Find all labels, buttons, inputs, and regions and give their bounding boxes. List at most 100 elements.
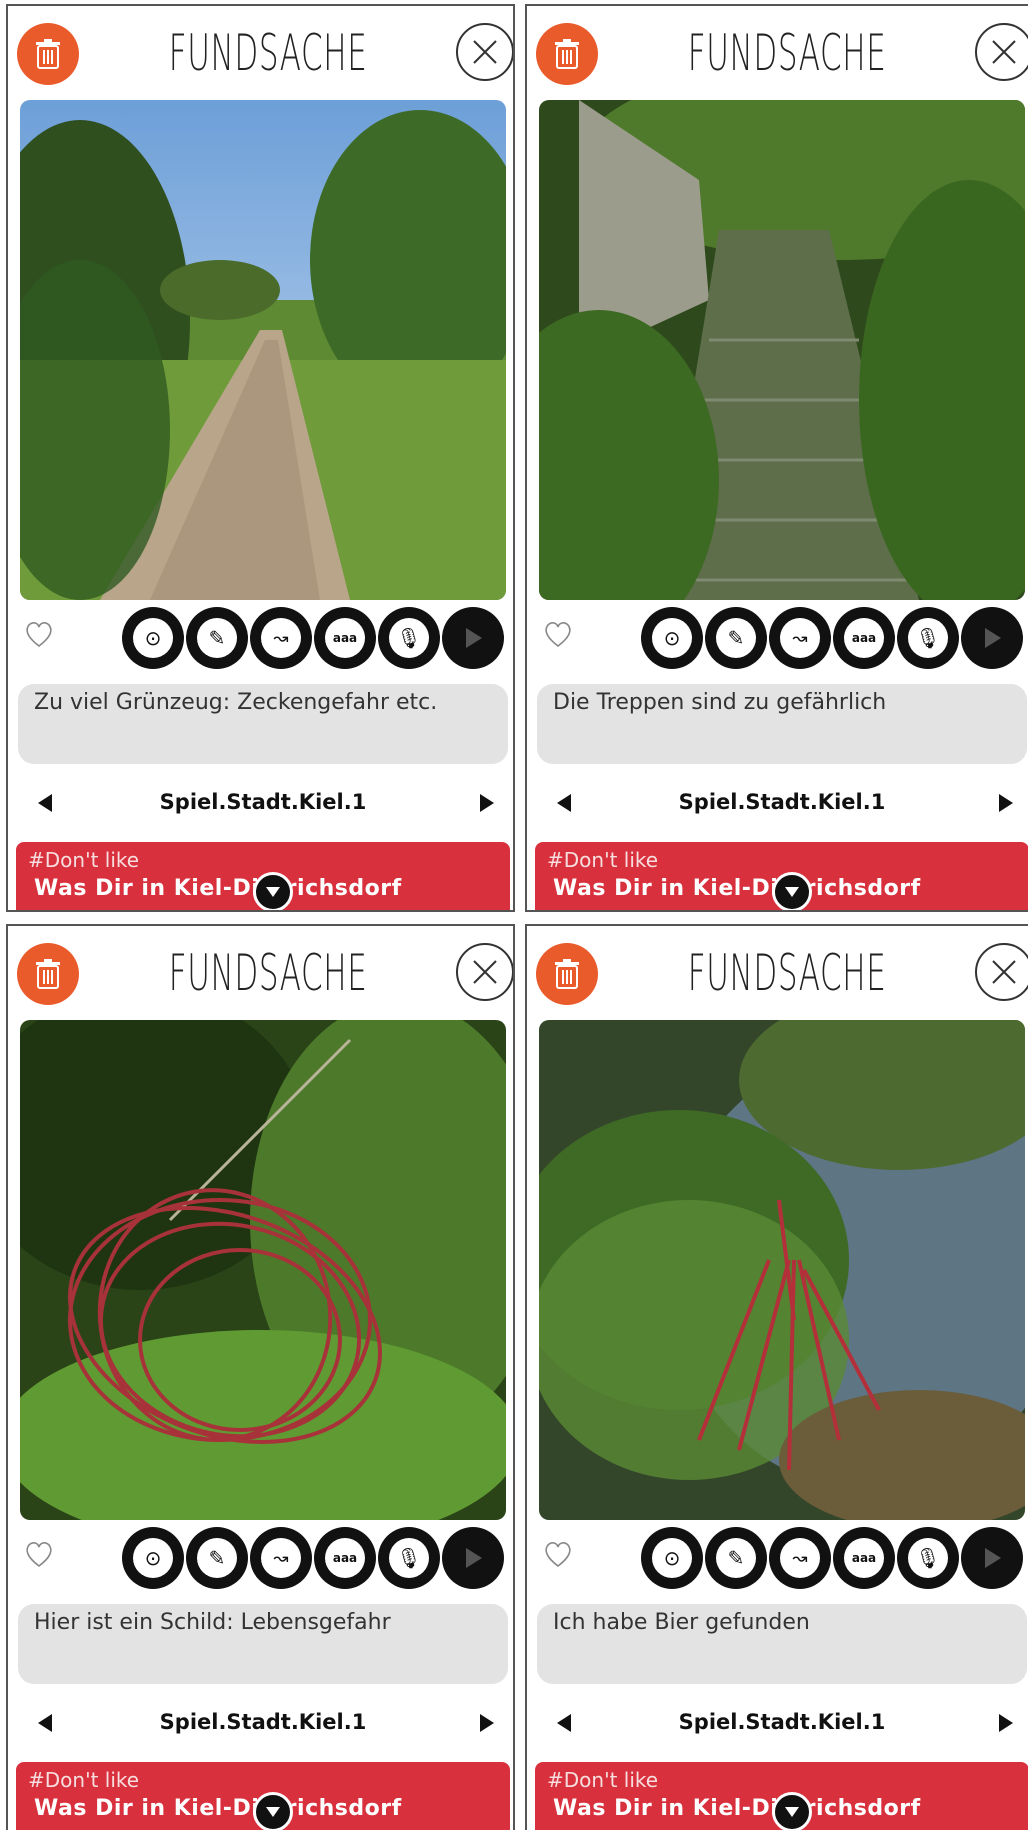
- delete-button[interactable]: [17, 943, 79, 1005]
- task-card[interactable]: #Don't like Was Dir in Kiel-Dietrichsdor…: [16, 842, 510, 910]
- toolbar: ⊙ ✎ ↝ aaa 🎙: [122, 607, 504, 669]
- screen-panel: FUNDSACHE: [525, 924, 1028, 1830]
- close-button[interactable]: [456, 943, 513, 1001]
- expand-card-button[interactable]: [253, 872, 293, 910]
- chevron-down-icon: [266, 887, 280, 897]
- location-button[interactable]: ⊙: [641, 607, 703, 669]
- text-icon: aaa: [851, 631, 877, 645]
- heart-icon[interactable]: [24, 1540, 54, 1568]
- route-icon: ↝: [792, 1547, 808, 1569]
- comment-text[interactable]: Die Treppen sind zu gefährlich: [537, 684, 1027, 764]
- play-button[interactable]: [442, 607, 504, 669]
- expand-card-button[interactable]: [253, 1792, 293, 1830]
- draw-button[interactable]: ✎: [705, 607, 767, 669]
- chevron-down-icon: [266, 1807, 280, 1817]
- close-button[interactable]: [975, 943, 1028, 1001]
- card-tag: #Don't like: [28, 848, 140, 872]
- draw-button[interactable]: ✎: [186, 1527, 248, 1589]
- task-card[interactable]: #Don't like Was Dir in Kiel-Dietrichsdor…: [16, 1762, 510, 1830]
- trash-icon: [555, 39, 579, 69]
- play-button[interactable]: [961, 607, 1023, 669]
- close-icon: [992, 960, 1016, 984]
- close-button[interactable]: [456, 23, 513, 81]
- toolbar: ⊙ ✎ ↝ aaa 🎙: [641, 1527, 1023, 1589]
- expand-card-button[interactable]: [772, 872, 812, 910]
- expand-card-button[interactable]: [772, 1792, 812, 1830]
- screen-panel: FUNDSACHE: [525, 4, 1028, 912]
- next-arrow-icon[interactable]: [478, 792, 496, 814]
- route-button[interactable]: ↝: [769, 1527, 831, 1589]
- route-icon: ↝: [792, 627, 808, 649]
- route-button[interactable]: ↝: [250, 1527, 312, 1589]
- location-pin-icon: ⊙: [144, 1546, 162, 1570]
- comment-text[interactable]: Zu viel Grünzeug: Zeckengefahr etc.: [18, 684, 508, 764]
- card-tag: #Don't like: [547, 848, 659, 872]
- task-card[interactable]: #Don't like Was Dir in Kiel-Dietrichsdor…: [535, 842, 1028, 910]
- play-button[interactable]: [961, 1527, 1023, 1589]
- previous-arrow-icon[interactable]: [555, 1712, 573, 1734]
- microphone-icon: 🎙: [396, 1546, 422, 1570]
- heart-icon[interactable]: [543, 1540, 573, 1568]
- trash-icon: [555, 959, 579, 989]
- play-icon: [466, 1548, 482, 1568]
- text-button[interactable]: aaa: [314, 1527, 376, 1589]
- delete-button[interactable]: [536, 943, 598, 1005]
- play-button[interactable]: [442, 1527, 504, 1589]
- photo: [20, 1020, 506, 1520]
- close-icon: [473, 960, 497, 984]
- delete-button[interactable]: [536, 23, 598, 85]
- route-icon: ↝: [273, 627, 289, 649]
- audio-button[interactable]: 🎙: [897, 1527, 959, 1589]
- delete-button[interactable]: [17, 23, 79, 85]
- project-name: Spiel.Stadt.Kiel.1: [678, 790, 886, 814]
- location-button[interactable]: ⊙: [641, 1527, 703, 1589]
- microphone-icon: 🎙: [915, 1546, 941, 1570]
- play-icon: [985, 1548, 1001, 1568]
- heart-icon[interactable]: [24, 620, 54, 648]
- draw-button[interactable]: ✎: [705, 1527, 767, 1589]
- project-name: Spiel.Stadt.Kiel.1: [159, 790, 367, 814]
- next-arrow-icon[interactable]: [478, 1712, 496, 1734]
- previous-arrow-icon[interactable]: [36, 792, 54, 814]
- close-button[interactable]: [975, 23, 1028, 81]
- route-button[interactable]: ↝: [769, 607, 831, 669]
- comment-text[interactable]: Ich habe Bier gefunden: [537, 1604, 1027, 1684]
- screen-panel: FUNDSACHE: [6, 924, 515, 1830]
- audio-button[interactable]: 🎙: [378, 607, 440, 669]
- location-button[interactable]: ⊙: [122, 1527, 184, 1589]
- app-title: FUNDSACHE: [168, 24, 368, 82]
- toolbar: ⊙ ✎ ↝ aaa 🎙: [122, 1527, 504, 1589]
- project-nav: Spiel.Stadt.Kiel.1: [8, 1704, 513, 1744]
- text-icon: aaa: [851, 1551, 877, 1565]
- audio-button[interactable]: 🎙: [897, 607, 959, 669]
- close-icon: [992, 40, 1016, 64]
- microphone-icon: 🎙: [915, 626, 941, 650]
- comment-text[interactable]: Hier ist ein Schild: Lebensgefahr: [18, 1604, 508, 1684]
- previous-arrow-icon[interactable]: [36, 1712, 54, 1734]
- microphone-icon: 🎙: [396, 626, 422, 650]
- project-name: Spiel.Stadt.Kiel.1: [678, 1710, 886, 1734]
- location-pin-icon: ⊙: [663, 626, 681, 650]
- text-button[interactable]: aaa: [833, 607, 895, 669]
- card-tag: #Don't like: [28, 1768, 140, 1792]
- audio-button[interactable]: 🎙: [378, 1527, 440, 1589]
- project-name: Spiel.Stadt.Kiel.1: [159, 1710, 367, 1734]
- app-title: FUNDSACHE: [687, 24, 887, 82]
- trash-icon: [36, 959, 60, 989]
- text-button[interactable]: aaa: [833, 1527, 895, 1589]
- location-button[interactable]: ⊙: [122, 607, 184, 669]
- location-pin-icon: ⊙: [663, 1546, 681, 1570]
- task-card[interactable]: #Don't like Was Dir in Kiel-Dietrichsdor…: [535, 1762, 1028, 1830]
- previous-arrow-icon[interactable]: [555, 792, 573, 814]
- next-arrow-icon[interactable]: [997, 792, 1015, 814]
- route-icon: ↝: [273, 1547, 289, 1569]
- route-button[interactable]: ↝: [250, 607, 312, 669]
- location-pin-icon: ⊙: [144, 626, 162, 650]
- app-title: FUNDSACHE: [168, 944, 368, 1002]
- text-button[interactable]: aaa: [314, 607, 376, 669]
- draw-button[interactable]: ✎: [186, 607, 248, 669]
- heart-icon[interactable]: [543, 620, 573, 648]
- app-title: FUNDSACHE: [687, 944, 887, 1002]
- screenshot-grid: FUNDSACHE ⊙ ✎ ↝ aaa 🎙 Zu viel Grünzeug: …: [0, 0, 1028, 1830]
- next-arrow-icon[interactable]: [997, 1712, 1015, 1734]
